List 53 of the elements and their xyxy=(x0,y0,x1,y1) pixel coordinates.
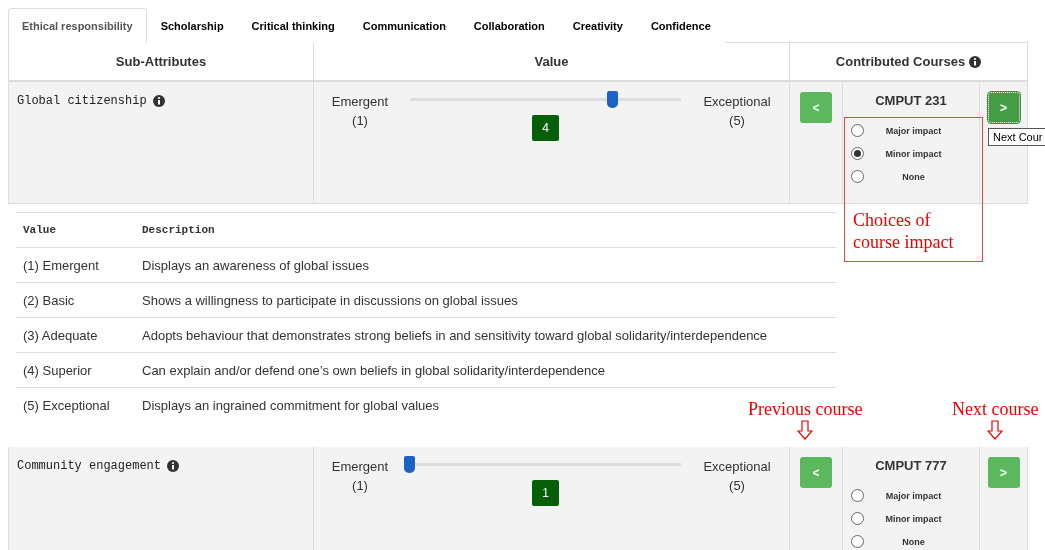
down-arrow-icon xyxy=(987,420,1004,440)
value-cell: (2) Basic xyxy=(23,292,75,308)
radio-label: Major impact xyxy=(884,490,943,501)
radio-label: Minor impact xyxy=(884,513,943,524)
tab[interactable]: Ethical responsibility xyxy=(8,8,147,43)
attribute-name: Global citizenship xyxy=(17,94,147,108)
description-cell: Adopts behaviour that demonstrates strong beliefs in and sensitivity toward global solidarity/interdependence xyxy=(142,327,768,343)
value-cell: (5) Exceptional xyxy=(23,397,110,413)
max-label: Exceptional xyxy=(703,458,771,476)
course-name: CMPUT 777 xyxy=(874,458,948,473)
info-icon[interactable] xyxy=(167,460,180,472)
description-cell: Displays an awareness of global issues xyxy=(142,257,369,273)
down-arrow-icon xyxy=(797,420,814,440)
column-title: Value xyxy=(534,53,569,71)
value-cell: (1) Emergent xyxy=(23,257,99,273)
course-name: CMPUT 231 xyxy=(874,93,948,108)
radio-label: Major impact xyxy=(884,125,943,136)
radio-button[interactable] xyxy=(851,147,864,160)
description-cell: Displays an ingrained commitment for global values xyxy=(142,397,439,413)
annotation-text: Next course xyxy=(952,399,1039,419)
max-value: (5) xyxy=(729,112,745,130)
min-label: Emergent xyxy=(331,458,389,476)
max-label: Exceptional xyxy=(703,93,771,111)
min-label: Emergent xyxy=(331,93,389,111)
min-value: (1) xyxy=(352,112,368,130)
radio-button[interactable] xyxy=(851,170,864,183)
value-cell: (4) Superior xyxy=(23,362,92,378)
column-title: Sub-Attributes xyxy=(115,53,207,71)
slider-thumb[interactable] xyxy=(607,91,619,108)
info-icon[interactable] xyxy=(152,95,165,107)
radio-button[interactable] xyxy=(851,124,864,137)
description-header: Value xyxy=(23,224,57,236)
value-badge: 1 xyxy=(532,480,559,506)
max-value: (5) xyxy=(729,477,745,495)
annotation-text: Previous course xyxy=(748,399,863,419)
attribute-name: Community engagement xyxy=(17,459,162,473)
radio-button[interactable] xyxy=(851,512,864,525)
radio-label: None xyxy=(901,536,926,547)
column-title: Contributed Courses xyxy=(835,53,966,71)
description-cell: Can explain and/or defend one’s own beliefs in global solidarity/interdependence xyxy=(142,362,606,378)
radio-label: None xyxy=(901,171,926,182)
description-header: Description xyxy=(142,224,216,236)
tooltip: Next Cour xyxy=(988,128,1045,146)
description-cell: Shows a willingness to participate in discussions on global issues xyxy=(142,292,518,308)
annotation-text: Choices of course impact xyxy=(853,209,955,253)
radio-label: Minor impact xyxy=(884,148,943,159)
slider-thumb[interactable] xyxy=(404,456,415,473)
value-cell: (3) Adequate xyxy=(23,327,98,343)
value-badge: 4 xyxy=(532,115,559,141)
info-icon[interactable] xyxy=(969,55,982,68)
radio-button[interactable] xyxy=(851,535,864,548)
min-value: (1) xyxy=(352,477,368,495)
radio-button[interactable] xyxy=(851,489,864,502)
